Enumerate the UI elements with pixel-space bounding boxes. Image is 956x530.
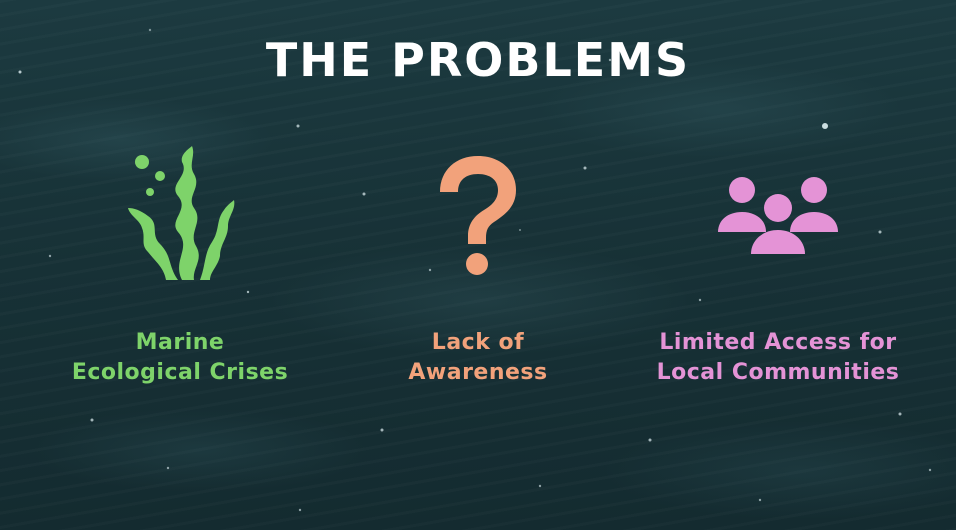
- problem-label-line: Local Communities: [656, 360, 900, 385]
- problem-label-line: Awareness: [408, 360, 548, 385]
- problem-card-marine: Marine Ecological Crises: [20, 140, 340, 385]
- question-mark-icon: [440, 156, 516, 275]
- problem-label-line: Marine: [135, 330, 225, 355]
- problem-label-line: Limited Access for: [659, 330, 897, 355]
- problem-card-communities: Limited Access for Local Communities: [618, 140, 938, 385]
- seaweed-icon: [128, 146, 235, 280]
- problem-label-line: Lack of: [431, 330, 525, 355]
- group-people-icon: [718, 177, 838, 254]
- problem-card-awareness: Lack of Awareness: [318, 140, 638, 385]
- page-title: THE PROBLEMS: [265, 33, 691, 87]
- problem-label-line: Ecological Crises: [71, 360, 289, 385]
- problem-label-awareness: Lack of Awareness: [318, 328, 638, 388]
- problem-label-marine: Marine Ecological Crises: [20, 328, 340, 388]
- problem-label-communities: Limited Access for Local Communities: [618, 328, 938, 388]
